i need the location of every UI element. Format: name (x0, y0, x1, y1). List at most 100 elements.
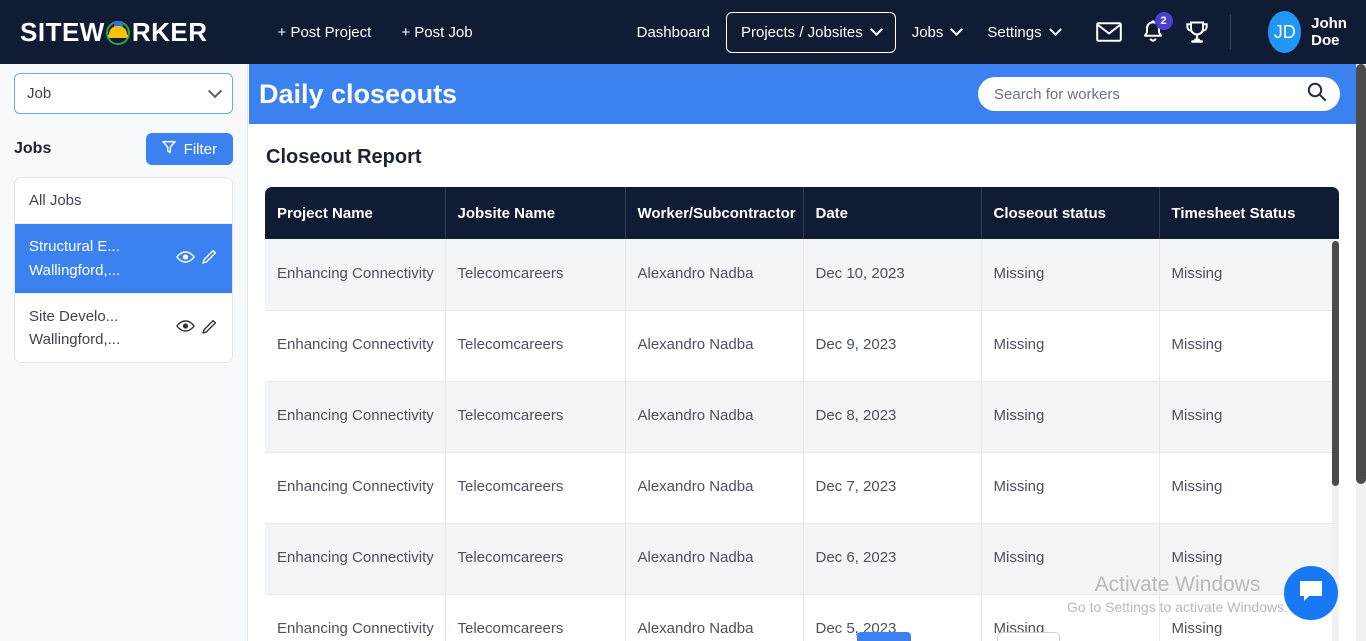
job-type-select-value: Job (27, 85, 52, 102)
page-header-bar: Daily closeouts (249, 64, 1357, 124)
page-vertical-scrollbar[interactable] (1356, 64, 1366, 641)
table-row[interactable]: Enhancing Connectivity Telecomcareers Al… (265, 452, 1339, 524)
cell-closeout-status: Missing (981, 594, 1160, 641)
chevron-down-icon (207, 83, 223, 98)
cell-date: Dec 8, 2023 (803, 381, 982, 453)
cell-project-name: Enhancing Connectivity (265, 239, 446, 311)
cell-closeout-status: Missing (981, 452, 1160, 524)
cell-worker: Alexandro Nadba (625, 310, 804, 382)
column-header-date[interactable]: Date (803, 187, 982, 239)
bell-icon[interactable]: 2 (1142, 12, 1173, 45)
report-title: Closeout Report (266, 146, 422, 168)
cell-date: Dec 7, 2023 (803, 452, 982, 524)
cell-closeout-status: Missing (981, 381, 1160, 453)
cell-worker: Alexandro Nadba (625, 381, 804, 453)
table-row[interactable]: Enhancing Connectivity Telecomcareers Al… (265, 310, 1339, 382)
cell-date: Dec 9, 2023 (803, 310, 982, 382)
column-header-worker[interactable]: Worker/Subcontractor (625, 187, 804, 239)
chevron-down-icon (869, 22, 883, 36)
search-input[interactable] (994, 85, 1307, 103)
filter-button[interactable]: Filter (145, 133, 233, 165)
nav-right-cluster: 2 JD John Doe (1076, 11, 1366, 53)
app-logo[interactable]: SITEW RKER (20, 0, 208, 64)
post-job-link[interactable]: + Post Job (401, 24, 472, 41)
nav-item-jobs-label: Jobs (911, 23, 944, 41)
cell-timesheet-status: Missing (1159, 381, 1339, 453)
nav-divider-right (1229, 15, 1231, 49)
eye-icon[interactable] (176, 319, 195, 337)
cell-jobsite-name: Telecomcareers (445, 523, 626, 595)
cell-closeout-status: Missing (981, 310, 1160, 382)
nav-item-projects-jobsites-label: Projects / Jobsites (741, 23, 863, 41)
funnel-icon (161, 140, 176, 158)
cell-timesheet-status: Missing (1159, 310, 1339, 382)
list-item[interactable]: Site Develo... Wallingford,... (15, 294, 232, 362)
cell-jobsite-name: Telecomcareers (445, 381, 626, 453)
chevron-down-icon (1048, 22, 1062, 36)
cell-project-name: Enhancing Connectivity (265, 381, 446, 453)
trophy-icon[interactable] (1184, 19, 1210, 45)
pencil-icon[interactable] (201, 248, 218, 269)
table-row[interactable]: Enhancing Connectivity Telecomcareers Al… (265, 239, 1339, 311)
cell-worker: Alexandro Nadba (625, 452, 804, 524)
cell-jobsite-name: Telecomcareers (445, 594, 626, 641)
cell-project-name: Enhancing Connectivity (265, 452, 446, 524)
nav-item-dashboard[interactable]: Dashboard (627, 18, 720, 47)
main-nav-items: Dashboard Projects / Jobsites Jobs Setti… (627, 11, 1076, 53)
pencil-icon[interactable] (201, 318, 218, 339)
envelope-icon[interactable] (1095, 19, 1122, 45)
logo-text: SITEW RKER (20, 17, 208, 48)
table-scrollbar-thumb[interactable] (1332, 241, 1339, 486)
top-navigation-bar: SITEW RKER + Post Project + Post Job Das… (0, 0, 1366, 64)
cell-closeout-status: Missing (981, 239, 1160, 311)
job-type-select[interactable]: Job (14, 73, 233, 114)
table-header-row: Project Name Jobsite Name Worker/Subcont… (265, 187, 1339, 239)
table-row[interactable]: Enhancing Connectivity Telecomcareers Al… (265, 381, 1339, 453)
job-name-line1: Site Develo... (29, 307, 119, 325)
closeout-report-table-container: Project Name Jobsite Name Worker/Subcont… (265, 187, 1339, 641)
chat-bubble-icon (1297, 578, 1325, 609)
chevron-down-icon (950, 22, 964, 36)
column-header-timesheet-status[interactable]: Timesheet Status (1159, 187, 1339, 239)
cell-date: Dec 10, 2023 (803, 239, 982, 311)
cell-date: Dec 5, 2023 (803, 594, 982, 641)
page-scrollbar-thumb[interactable] (1356, 64, 1366, 484)
table-row[interactable]: Enhancing Connectivity Telecomcareers Al… (265, 594, 1339, 641)
cell-worker: Alexandro Nadba (625, 239, 804, 311)
cell-jobsite-name: Telecomcareers (445, 452, 626, 524)
search-box[interactable] (978, 77, 1340, 111)
main-content: Daily closeouts Closeout Report Project … (249, 64, 1357, 641)
cell-timesheet-status: Missing (1159, 452, 1339, 524)
filter-button-label: Filter (183, 140, 217, 158)
avatar[interactable]: JD (1268, 11, 1302, 53)
table-row[interactable]: Enhancing Connectivity Telecomcareers Al… (265, 523, 1339, 595)
eye-icon[interactable] (176, 250, 195, 268)
search-icon[interactable] (1307, 82, 1326, 106)
column-header-closeout-status[interactable]: Closeout status (981, 187, 1160, 239)
nav-item-settings[interactable]: Settings (977, 18, 1069, 47)
cell-worker: Alexandro Nadba (625, 523, 804, 595)
column-header-project-name[interactable]: Project Name (265, 187, 446, 239)
cell-worker: Alexandro Nadba (625, 594, 804, 641)
cell-jobsite-name: Telecomcareers (445, 239, 626, 311)
job-name-line1: Structural E... (29, 238, 120, 256)
jobs-section-title: Jobs (14, 140, 52, 157)
table-header: Project Name Jobsite Name Worker/Subcont… (265, 187, 1339, 239)
job-name-line2: Wallingford,... (29, 331, 121, 348)
job-name-line1: All Jobs (29, 192, 82, 209)
jobs-list: All Jobs Structural E... Wallingford,... (14, 177, 233, 364)
page-title: Daily closeouts (259, 78, 458, 109)
nav-item-jobs[interactable]: Jobs (902, 18, 972, 47)
list-item[interactable]: All Jobs (15, 178, 232, 225)
post-project-link[interactable]: + Post Project (278, 24, 372, 41)
chat-support-button[interactable] (1284, 566, 1338, 620)
cell-project-name: Enhancing Connectivity (265, 523, 446, 595)
user-menu[interactable]: John Doe (1311, 15, 1366, 49)
closeout-report-table: Project Name Jobsite Name Worker/Subcont… (265, 187, 1339, 641)
column-header-jobsite-name[interactable]: Jobsite Name (445, 187, 626, 239)
nav-item-projects-jobsites[interactable]: Projects / Jobsites (726, 11, 896, 53)
list-item[interactable]: Structural E... Wallingford,... (15, 224, 232, 294)
logo-text-part-b: RKER (131, 16, 208, 47)
logo-text-part-a: SITEW (20, 16, 105, 47)
username-label: John Doe (1311, 15, 1347, 49)
